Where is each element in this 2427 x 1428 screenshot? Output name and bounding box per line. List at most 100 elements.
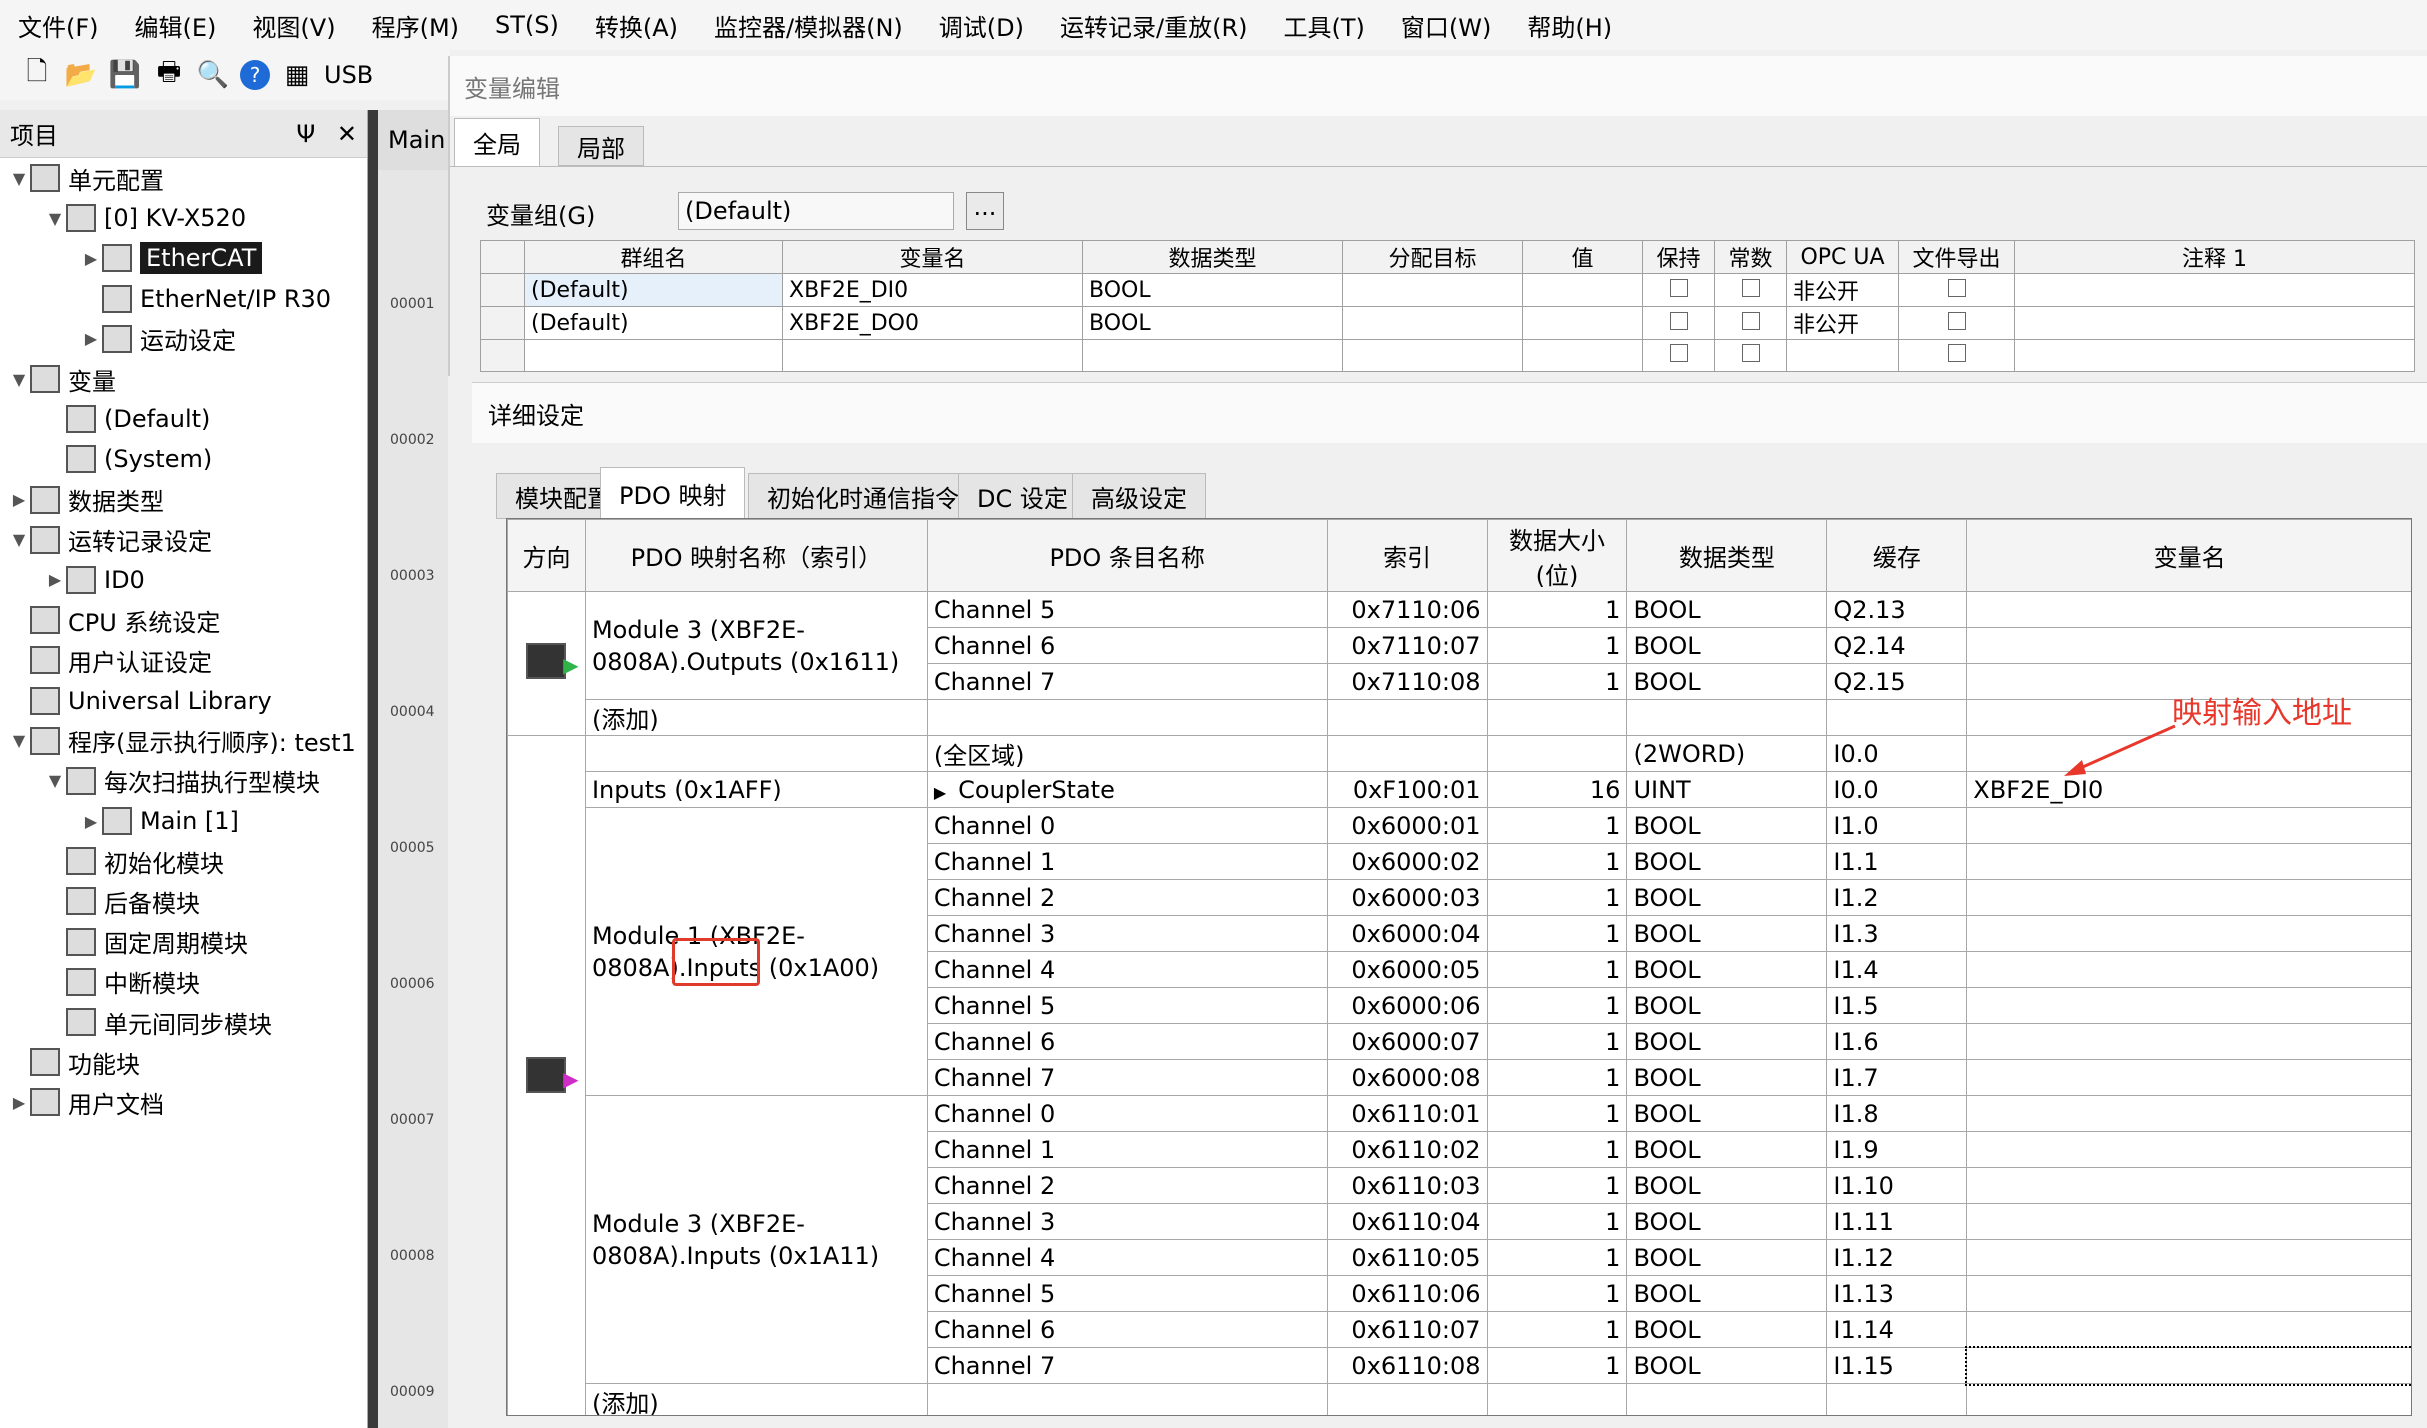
expanded-arrow-icon[interactable]: ▼ xyxy=(44,771,66,790)
menu-item[interactable]: 编辑(E) xyxy=(117,8,235,43)
collapsed-arrow-icon[interactable]: ▶ xyxy=(8,1093,30,1112)
pdo-entry-name[interactable]: Channel 7 xyxy=(926,1347,1328,1384)
pdo-entry-name[interactable]: (全区域) xyxy=(926,735,1328,772)
group-cell[interactable] xyxy=(524,339,783,372)
row-header[interactable] xyxy=(480,306,525,340)
opc-ua-cell[interactable]: 非公开 xyxy=(1786,273,1899,307)
value-cell[interactable] xyxy=(1522,339,1643,372)
data-type-cell[interactable] xyxy=(1082,339,1343,372)
column-header[interactable]: 文件导出 xyxy=(1898,240,2015,274)
pdo-variable-cell[interactable] xyxy=(1966,1059,2411,1096)
tree-item[interactable]: 后备模块 xyxy=(0,881,367,921)
pdo-entry-name[interactable]: Channel 4 xyxy=(926,1239,1328,1276)
constant-checkbox[interactable] xyxy=(1741,311,1760,330)
pdo-column-header[interactable]: PDO 映射名称（索引） xyxy=(584,519,928,592)
pdo-variable-cell[interactable] xyxy=(1966,1167,2411,1204)
expanded-arrow-icon[interactable]: ▼ xyxy=(44,209,66,228)
constant-checkbox[interactable] xyxy=(1741,344,1760,362)
file-export-checkbox[interactable] xyxy=(1947,344,1966,362)
tree-item[interactable]: ▶ 运动设定 xyxy=(0,319,367,359)
data-type-cell[interactable]: BOOL xyxy=(1082,273,1343,307)
tree-item[interactable]: 中断模块 xyxy=(0,962,367,1002)
pdo-entry-name[interactable]: Channel 5 xyxy=(926,1275,1328,1312)
retain-checkbox[interactable] xyxy=(1669,311,1688,330)
pdo-entry-row[interactable]: Module 3 (XBF2E-0808A).Inputs (0x1A11) Ch… xyxy=(508,1095,2411,1384)
tree-item[interactable]: ▶ ID0 xyxy=(0,560,367,600)
pdo-entry-name[interactable]: Channel 2 xyxy=(926,1167,1328,1204)
pdo-entry-name[interactable]: Channel 2 xyxy=(926,879,1328,916)
pdo-variable-cell[interactable] xyxy=(1966,1311,2411,1348)
collapsed-arrow-icon[interactable]: ▶ xyxy=(80,329,102,348)
pdo-column-header[interactable]: 数据类型 xyxy=(1626,519,1828,592)
tree-item[interactable]: ▶ 用户文档 xyxy=(0,1082,367,1122)
pdo-add-row[interactable]: (添加) xyxy=(508,1383,2411,1415)
pdo-variable-cell[interactable] xyxy=(1966,915,2411,952)
pdo-column-header[interactable]: 索引 xyxy=(1326,519,1488,592)
pdo-mapping-name[interactable]: Inputs (0x1AFF) xyxy=(584,771,928,808)
pdo-column-header[interactable]: 数据大小(位) xyxy=(1486,519,1628,592)
pdo-column-header[interactable]: 缓存 xyxy=(1826,519,1968,592)
pdo-variable-cell[interactable]: XBF2E_DI0 xyxy=(1966,771,2411,808)
pdo-variable-cell[interactable] xyxy=(1966,735,2411,772)
tree-item[interactable]: 用户认证设定 xyxy=(0,640,367,680)
pdo-variable-cell[interactable] xyxy=(1966,1023,2411,1060)
comment-cell[interactable] xyxy=(2014,273,2415,307)
comment-cell[interactable] xyxy=(2014,306,2415,340)
file-export-checkbox[interactable] xyxy=(1947,278,1966,297)
column-header[interactable] xyxy=(480,240,525,274)
tab-main[interactable]: Main xyxy=(378,110,448,170)
menu-item[interactable]: 调试(D) xyxy=(921,8,1042,43)
data-type-cell[interactable]: BOOL xyxy=(1082,306,1343,340)
detail-tab[interactable]: 初始化时通信指令 xyxy=(748,473,978,519)
variable-row[interactable]: (Default) XBF2E_DO0 BOOL 非公开 xyxy=(480,306,2415,340)
menu-item[interactable]: 运转记录/重放(R) xyxy=(1042,8,1266,43)
plc-connection-icon[interactable]: ▦ xyxy=(280,58,314,92)
collapsed-arrow-icon[interactable]: ▶ xyxy=(44,570,66,589)
pdo-entry-name[interactable]: Channel 4 xyxy=(926,951,1328,988)
constant-checkbox[interactable] xyxy=(1741,278,1760,297)
value-cell[interactable] xyxy=(1522,273,1643,307)
print-preview-icon[interactable]: 🔍 xyxy=(196,58,230,92)
variable-group-field[interactable]: (Default) xyxy=(678,192,954,230)
column-header[interactable]: 数据类型 xyxy=(1082,240,1343,274)
menu-item[interactable]: 程序(M) xyxy=(354,8,477,43)
pdo-variable-cell[interactable] xyxy=(1966,1131,2411,1168)
pdo-variable-cell[interactable] xyxy=(1966,627,2411,664)
pdo-entry-row[interactable]: Module 1 (XBF2E-0808A).Inputs (0x1A00) Ch… xyxy=(508,807,2411,1096)
column-header[interactable]: 常数 xyxy=(1714,240,1787,274)
pdo-entry-cell[interactable]: ▶ CouplerState xyxy=(926,771,1328,808)
expanded-arrow-icon[interactable]: ▼ xyxy=(8,731,30,750)
detail-tab[interactable]: PDO 映射 xyxy=(600,467,746,519)
menu-item[interactable]: 文件(F) xyxy=(0,8,117,43)
group-cell[interactable]: (Default) xyxy=(524,273,783,307)
pdo-variable-cell[interactable] xyxy=(1966,1275,2411,1312)
group-cell[interactable]: (Default) xyxy=(524,306,783,340)
detail-tab[interactable]: 高级设定 xyxy=(1072,473,1206,519)
tree-item[interactable]: ▼ [0] KV-X520 xyxy=(0,198,367,238)
menu-item[interactable]: 视图(V) xyxy=(234,8,353,43)
pdo-column-header[interactable]: PDO 条目名称 xyxy=(926,519,1328,592)
comment-cell[interactable] xyxy=(2014,339,2415,372)
menu-item[interactable]: 监控器/模拟器(N) xyxy=(696,8,921,43)
pdo-variable-cell[interactable] xyxy=(1966,1239,2411,1276)
usb-label[interactable]: USB xyxy=(324,61,373,89)
menu-item[interactable]: ST(S) xyxy=(477,11,577,39)
column-header[interactable]: 分配目标 xyxy=(1342,240,1523,274)
column-header[interactable]: 群组名 xyxy=(524,240,783,274)
tree-item[interactable]: (System) xyxy=(0,439,367,479)
collapsed-arrow-icon[interactable]: ▶ xyxy=(8,490,30,509)
pdo-mapping-name[interactable]: Module 3 (XBF2E-0808A).Inputs (0x1A11) xyxy=(584,1095,928,1384)
save-icon[interactable]: 💾 xyxy=(108,58,142,92)
variable-name-cell[interactable] xyxy=(782,339,1083,372)
print-icon[interactable]: 🖶 xyxy=(152,57,186,92)
tree-item[interactable]: ▼ 运转记录设定 xyxy=(0,520,367,560)
pdo-entry-name[interactable]: Channel 1 xyxy=(926,1131,1328,1168)
expanded-arrow-icon[interactable]: ▼ xyxy=(8,530,30,549)
collapsed-arrow-icon[interactable]: ▶ xyxy=(80,812,102,831)
column-header[interactable]: OPC UA xyxy=(1786,240,1899,274)
tree-item[interactable]: ▼ 每次扫描执行型模块 xyxy=(0,761,367,801)
tree-item[interactable]: (Default) xyxy=(0,399,367,439)
tree-item[interactable]: ▶ 数据类型 xyxy=(0,480,367,520)
opc-ua-cell[interactable] xyxy=(1786,339,1899,372)
pdo-mapping-name[interactable]: Module 3 (XBF2E-0808A).Outputs (0x1611) xyxy=(584,591,928,700)
